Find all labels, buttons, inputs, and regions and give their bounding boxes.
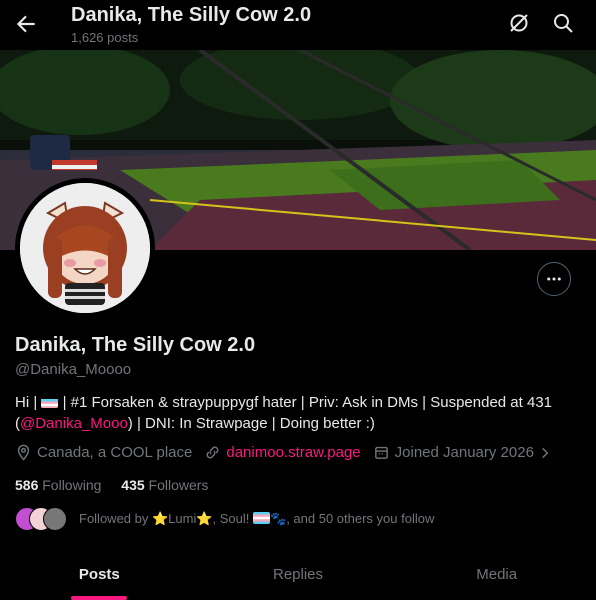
followers-count: 435: [121, 477, 145, 493]
avatar-image: [20, 183, 150, 313]
chevron-right-icon: [542, 447, 549, 458]
location: Canada, a COOL place: [15, 444, 192, 461]
tab-label: Replies: [272, 565, 324, 583]
top-bar: Danika, The Silly Cow 2.0 1,626 posts: [0, 0, 596, 50]
profile-handle: @Danika_Moooo: [15, 361, 132, 378]
profile-name: Danika, The Silly Cow 2.0: [15, 334, 256, 356]
bio-text: Hi |: [15, 394, 42, 411]
following-label: Following: [42, 477, 102, 493]
tab-media[interactable]: Media: [397, 548, 596, 600]
followers-label: Followers: [148, 477, 209, 493]
followed-by-text: Followed by ⭐Lumi⭐, Soul! 🐾, and 50 othe…: [79, 511, 435, 526]
post-count: 1,626 posts: [71, 30, 139, 45]
active-tab-indicator: [71, 596, 128, 600]
back-arrow-icon[interactable]: [13, 11, 39, 37]
joined-date[interactable]: Joined January 2026: [373, 444, 557, 461]
tab-replies[interactable]: Replies: [199, 548, 398, 600]
joined-text: Joined January 2026: [394, 444, 534, 461]
location-icon: [17, 444, 30, 461]
trans-flag-emoji: [41, 396, 59, 408]
avatar[interactable]: [15, 178, 155, 318]
more-button[interactable]: [537, 262, 571, 296]
website-link[interactable]: danimoo.straw.page: [226, 444, 360, 461]
followed-by[interactable]: Followed by ⭐Lumi⭐, Soul! 🐾, and 50 othe…: [15, 507, 435, 531]
profile-meta: Canada, a COOL place danimoo.straw.page …: [15, 444, 569, 461]
hide-icon[interactable]: [507, 11, 531, 35]
bio-text: ) | DNI: In Strawpage | Doing better :): [127, 415, 375, 432]
more-icon: [547, 277, 561, 281]
tab-posts[interactable]: Posts: [0, 548, 199, 600]
bio-mention-link[interactable]: @Danika_Mooo: [20, 415, 128, 432]
follower-avatar: [43, 507, 67, 531]
profile-tabs: Posts Replies Media: [0, 548, 596, 600]
calendar-icon: [374, 446, 388, 459]
follow-counts: 586 Following 435 Followers: [15, 477, 208, 493]
link-icon: [206, 446, 219, 459]
tab-label: Media: [476, 565, 518, 583]
page-title: Danika, The Silly Cow 2.0: [71, 4, 312, 26]
following-link[interactable]: 586 Following: [15, 477, 101, 493]
followers-link[interactable]: 435 Followers: [121, 477, 208, 493]
trans-flag-emoji: [253, 512, 271, 524]
profile-bio: Hi | | #1 Forsaken & straypuppygf hater …: [15, 392, 580, 434]
location-text: Canada, a COOL place: [37, 444, 193, 461]
search-icon[interactable]: [551, 11, 575, 35]
tab-label: Posts: [78, 565, 120, 583]
following-count: 586: [15, 477, 39, 493]
website: danimoo.straw.page: [204, 444, 361, 461]
